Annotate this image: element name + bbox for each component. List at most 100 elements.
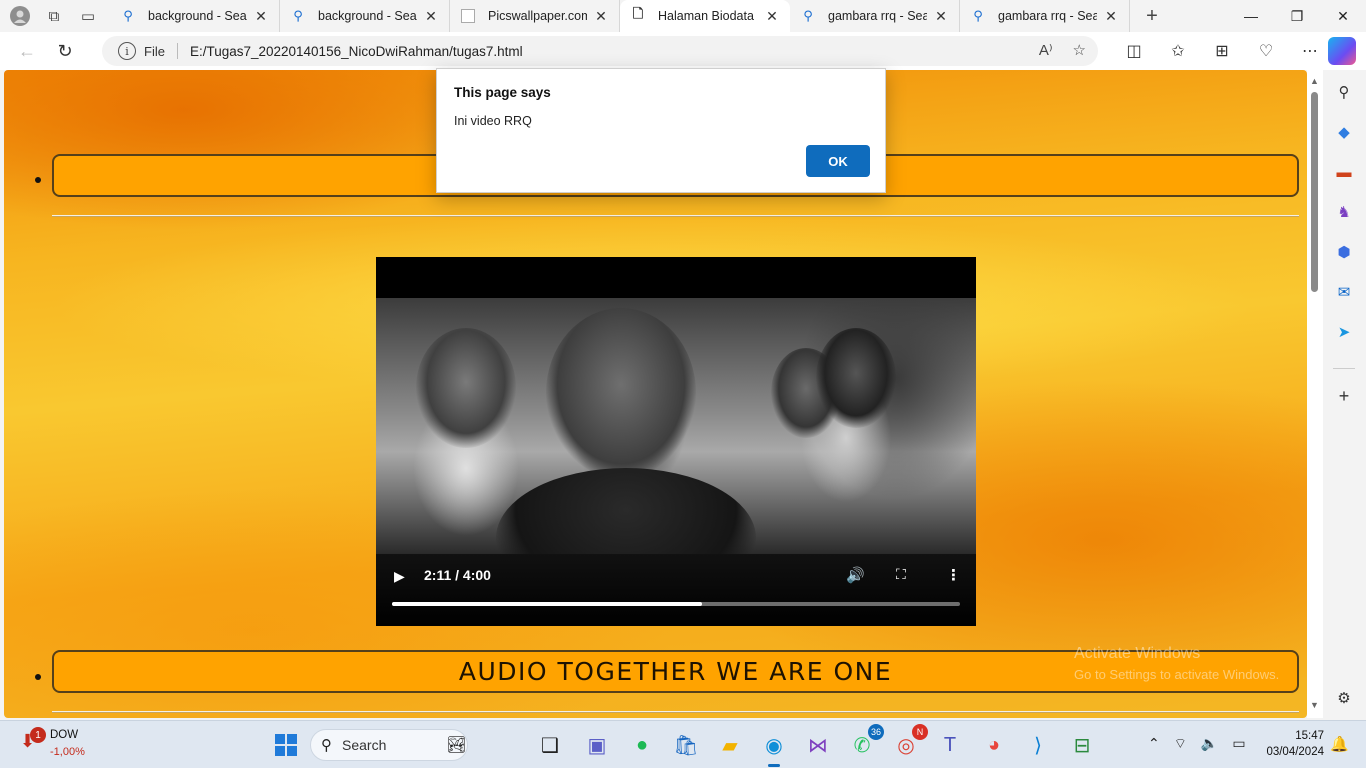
- tab-title: background - Search: [148, 9, 247, 23]
- video-time: 2:11 / 4:00: [424, 567, 491, 583]
- browser-essentials-icon[interactable]: ♡: [1244, 36, 1288, 66]
- refresh-icon[interactable]: ↻: [48, 36, 82, 66]
- chevron-up-icon[interactable]: ⌃: [1148, 735, 1160, 753]
- teams-icon[interactable]: T: [934, 729, 966, 761]
- search-icon: ⚲: [973, 8, 983, 23]
- volume-icon[interactable]: 🔊: [846, 566, 865, 584]
- favorite-star-icon[interactable]: ☆: [1073, 41, 1086, 59]
- split-screen-icon[interactable]: ◫: [1112, 36, 1156, 66]
- clock[interactable]: 15:47 03/04/2024: [1256, 728, 1324, 760]
- video-progress-bar[interactable]: [392, 602, 960, 606]
- restore-icon[interactable]: ❐: [1274, 0, 1320, 32]
- fullscreen-icon[interactable]: ⛶: [896, 566, 906, 583]
- outlook-icon[interactable]: ✉: [1334, 282, 1354, 302]
- url-text[interactable]: E:/Tugas7_20220140156_NicoDwiRahman/tuga…: [190, 44, 523, 59]
- search-icon: ⚲: [321, 737, 332, 754]
- dialog-title: This page says: [454, 85, 551, 100]
- tab-gambara-rrq-2[interactable]: ⚲ gambara rrq - Search ✕: [960, 0, 1130, 32]
- watermark-subtitle: Go to Settings to activate Windows.: [1074, 667, 1280, 682]
- tab-picswallpaper[interactable]: Picswallpaper.com ✕: [450, 0, 620, 32]
- copilot-icon[interactable]: [1328, 37, 1356, 65]
- close-tab-icon[interactable]: ✕: [423, 8, 439, 25]
- taskbar-search[interactable]: ⚲ Search 🏞: [310, 729, 468, 761]
- address-bar[interactable]: i File E:/Tugas7_20220140156_NicoDwiRahm…: [102, 36, 1098, 66]
- collections-icon[interactable]: ⧉: [40, 2, 68, 30]
- back-icon[interactable]: ←: [10, 36, 44, 66]
- nav-item-label: AUDIO TOGETHER WE ARE ONE: [458, 657, 893, 686]
- task-view-icon[interactable]: ❑: [534, 729, 566, 761]
- start-button[interactable]: [270, 729, 302, 761]
- close-tab-icon[interactable]: ✕: [593, 8, 609, 25]
- microsoft365-icon[interactable]: ⬢: [1334, 242, 1354, 262]
- scrollbar-thumb[interactable]: [1311, 92, 1318, 292]
- more-options-icon[interactable]: ⋮: [946, 566, 961, 584]
- tab-title: Halaman Biodata: [658, 9, 754, 23]
- alert-dialog: This page says Ini video RRQ OK: [436, 68, 886, 193]
- notification-bell-icon[interactable]: 🔔: [1330, 735, 1349, 753]
- profile-icon[interactable]: [6, 2, 34, 30]
- play-icon[interactable]: ▶: [394, 568, 408, 584]
- wifi-icon[interactable]: ⌔: [1174, 735, 1187, 753]
- favorites-icon[interactable]: ✩: [1156, 36, 1200, 66]
- settings-gear-icon[interactable]: ⚙: [1334, 688, 1354, 708]
- close-tab-icon[interactable]: ✕: [764, 8, 780, 25]
- page-icon: 🗋: [632, 6, 644, 21]
- teams-meet-icon[interactable]: ▣: [581, 729, 613, 761]
- list-bullet: [35, 674, 41, 680]
- chrome-profile-icon[interactable]: ◕: [978, 729, 1010, 761]
- battery-icon[interactable]: ▭: [1232, 735, 1245, 753]
- search-label: Search: [342, 737, 387, 753]
- search-highlight-icon: 🏞: [446, 737, 467, 754]
- read-aloud-icon[interactable]: A⁾: [1039, 41, 1053, 59]
- tab-background-search-1[interactable]: ⚲ background - Search ✕: [110, 0, 280, 32]
- collections-toolbar-icon[interactable]: ⊞: [1200, 36, 1244, 66]
- tab-gambara-rrq-1[interactable]: ⚲ gambara rrq - Search ✕: [790, 0, 960, 32]
- volume-icon[interactable]: 🔈: [1201, 735, 1218, 753]
- sidebar-divider: [1333, 368, 1355, 369]
- whatsapp-badge: 36: [867, 724, 884, 740]
- close-tab-icon[interactable]: ✕: [1103, 8, 1119, 25]
- stock-name: DOW: [50, 729, 79, 741]
- scroll-up-icon[interactable]: ▲: [1310, 76, 1319, 86]
- file-explorer-icon[interactable]: ▰: [714, 729, 746, 761]
- drop-icon[interactable]: ➤: [1334, 322, 1354, 342]
- close-window-icon[interactable]: ✕: [1320, 0, 1366, 32]
- tab-title: Picswallpaper.com: [488, 9, 587, 23]
- shopping-tag-icon[interactable]: ◆: [1334, 122, 1354, 142]
- edge-icon[interactable]: ◉: [758, 729, 790, 767]
- vscode-icon[interactable]: ⟩: [1022, 729, 1054, 761]
- video-controls: ▶ 2:11 / 4:00 🔊 ⛶ ⋮: [376, 554, 976, 626]
- watermark-title: Activate Windows: [1074, 645, 1201, 662]
- add-icon[interactable]: +: [1334, 386, 1354, 406]
- installer-icon[interactable]: ⊟: [1066, 729, 1098, 761]
- more-menu-icon[interactable]: ⋯: [1288, 36, 1332, 66]
- stock-change: -1,00%: [50, 746, 85, 758]
- new-tab-icon[interactable]: +: [1138, 2, 1166, 30]
- minimize-icon[interactable]: —: [1228, 0, 1274, 32]
- whatsapp-icon[interactable]: ✆ 36: [846, 724, 884, 761]
- tab-title: gambara rrq - Search: [828, 9, 927, 23]
- blank-page-icon: [460, 8, 476, 24]
- video-player[interactable]: ▶ 2:11 / 4:00 🔊 ⛶ ⋮: [376, 257, 976, 626]
- games-icon[interactable]: ♞: [1334, 202, 1354, 222]
- tab-background-search-2[interactable]: ⚲ background - Search ✕: [280, 0, 450, 32]
- tools-icon[interactable]: ▬: [1334, 162, 1354, 182]
- clock-time: 15:47: [1295, 730, 1324, 742]
- scroll-down-icon[interactable]: ▼: [1310, 700, 1319, 710]
- vertical-tabs-icon[interactable]: ▭: [74, 2, 102, 30]
- ok-button[interactable]: OK: [806, 145, 870, 177]
- close-tab-icon[interactable]: ✕: [253, 8, 269, 25]
- video-figure: [546, 308, 696, 478]
- page-scrollbar[interactable]: ▲ ▼: [1307, 70, 1323, 718]
- search-icon: ⚲: [803, 8, 813, 23]
- spotify-icon[interactable]: ●: [626, 729, 658, 761]
- store-icon[interactable]: 🛍: [670, 729, 702, 761]
- info-icon[interactable]: i: [118, 42, 136, 60]
- search-icon[interactable]: ⚲: [1334, 82, 1354, 102]
- close-tab-icon[interactable]: ✕: [933, 8, 949, 25]
- tab-title: gambara rrq - Search: [998, 9, 1097, 23]
- tab-halaman-biodata[interactable]: 🗋 Halaman Biodata ✕: [620, 0, 790, 32]
- dialog-message: Ini video RRQ: [454, 114, 532, 128]
- visual-studio-icon[interactable]: ⋈: [802, 729, 834, 761]
- chrome-icon[interactable]: ◎ N: [890, 724, 928, 761]
